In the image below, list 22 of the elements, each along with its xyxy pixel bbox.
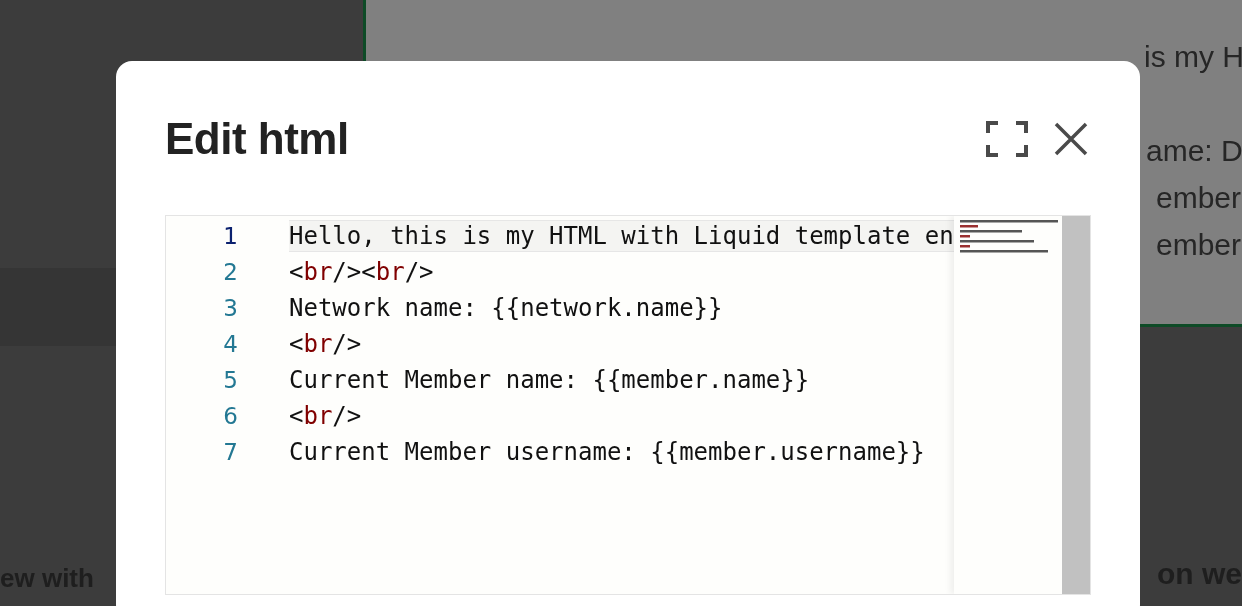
fullscreen-icon[interactable] <box>986 121 1028 157</box>
line-number: 2 <box>222 257 238 287</box>
code-line: <br/> <box>289 329 363 360</box>
preview-text: is my H <box>1144 42 1242 72</box>
line-number: 4 <box>222 329 238 359</box>
preview-text: ember <box>1156 183 1242 213</box>
code-line: Current Member username: {{member.username}} <box>289 437 926 468</box>
code-editor[interactable]: 1 Hello, this is my HTML with Liquid template en 2 <br/><br/> 3 Network name: {{network.name}} 4 <br/> 5 Current Member name: {{member.name}} 6 <br/> 7 Current Member username: {{member.username}} <box>165 215 1091 595</box>
line-number: 5 <box>222 365 238 395</box>
close-icon[interactable] <box>1054 122 1088 156</box>
dialog-title: Edit html <box>165 117 349 161</box>
preview-text: ember <box>1156 230 1242 260</box>
code-line: Current Member name: {{member.name}} <box>289 365 811 396</box>
scrollbar[interactable] <box>1062 216 1090 594</box>
line-number: 3 <box>222 293 238 323</box>
code-line: Network name: {{network.name}} <box>289 293 724 324</box>
line-number: 7 <box>222 437 238 467</box>
line-number: 1 <box>222 221 238 251</box>
line-number: 6 <box>222 401 238 431</box>
code-line: <br/><br/> <box>289 257 435 288</box>
preview-text: ame: D <box>1146 136 1242 166</box>
code-line: <br/> <box>289 401 363 432</box>
